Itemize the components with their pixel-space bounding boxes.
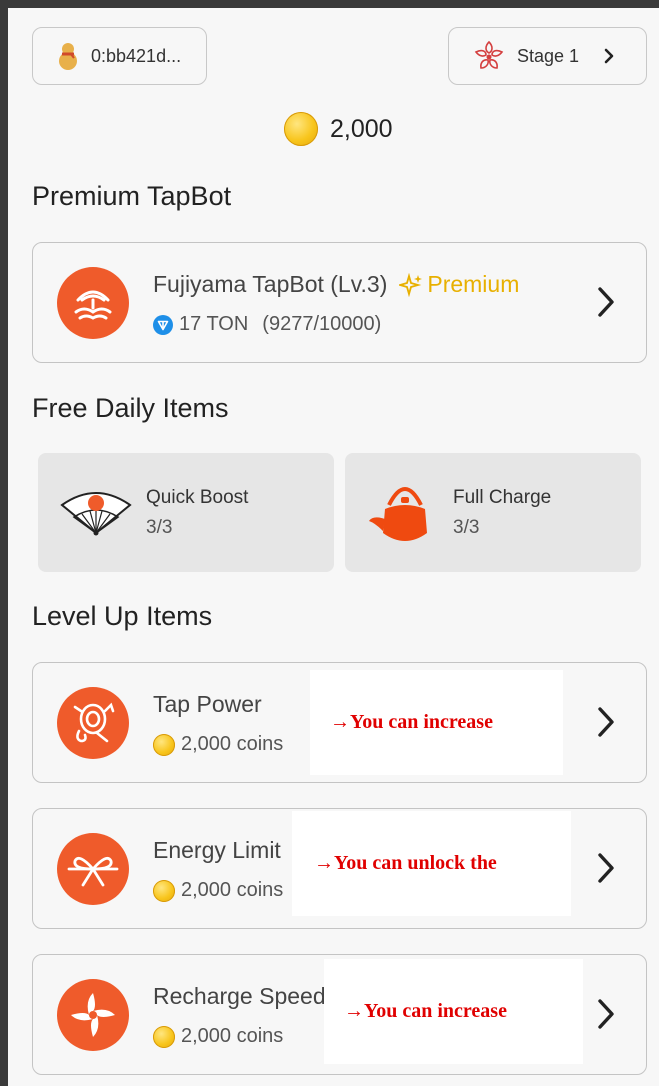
full-charge-card[interactable]: Full Charge 3/3: [345, 453, 641, 572]
quick-boost-count: 3/3: [146, 517, 173, 538]
teapot-icon: [367, 475, 443, 556]
tap-power-label: Tap Power: [153, 691, 262, 717]
levelup-section-title: Level Up Items: [32, 601, 213, 631]
quick-boost-label: Quick Boost: [146, 487, 249, 508]
recharge-speed-cost: 2,000 coins: [181, 1025, 284, 1047]
app-screen: 0:bb421d... Stage 1 2,000 Premium TapBot…: [8, 8, 659, 1086]
sparkle-icon: [399, 272, 423, 297]
quick-boost-card[interactable]: Quick Boost 3/3: [38, 453, 334, 572]
chevron-right-icon: [603, 48, 615, 64]
coin-icon: [284, 112, 318, 146]
folding-fan-icon: [60, 487, 132, 544]
tapbot-title: Fujiyama TapBot (Lv.3) Premium: [153, 271, 519, 298]
coin-icon: [153, 1025, 175, 1048]
stage-button[interactable]: Stage 1: [448, 27, 647, 85]
coin-icon: [153, 879, 175, 902]
coin-balance: 2,000: [284, 112, 393, 146]
premium-badge: Premium: [427, 271, 520, 297]
balance-amount: 2,000: [330, 114, 393, 143]
tapbot-name: Fujiyama TapBot (Lv.3): [153, 271, 388, 297]
energy-limit-note: →You can unlock the: [292, 811, 571, 916]
shuriken-icon: [57, 979, 129, 1051]
chevron-right-icon: [596, 851, 616, 890]
recharge-speed-note: →You can increase: [324, 959, 583, 1064]
energy-limit-cost: 2,000 coins: [181, 879, 284, 901]
recharge-speed-cost-row: 2,000 coins: [153, 1025, 283, 1048]
tapbot-price-row: 17 TON (9277/10000): [153, 313, 381, 336]
premium-section-title: Premium TapBot: [32, 181, 232, 211]
chevron-right-icon: [596, 705, 616, 744]
ribbon-icon: [57, 833, 129, 905]
daily-section-title: Free Daily Items: [32, 393, 229, 423]
wallet-button[interactable]: 0:bb421d...: [32, 27, 207, 85]
ton-icon: [153, 314, 173, 335]
pine-icon: [57, 267, 129, 339]
tap-power-cost-row: 2,000 coins: [153, 733, 283, 756]
chevron-right-icon: [596, 997, 616, 1036]
tapbot-progress: (9277/10000): [262, 313, 382, 335]
energy-limit-cost-row: 2,000 coins: [153, 879, 283, 902]
drum-icon: [57, 687, 129, 759]
recharge-speed-label: Recharge Speed: [153, 983, 326, 1009]
tapbot-price: 17 TON: [179, 313, 249, 335]
stage-label: Stage 1: [517, 45, 580, 66]
energy-limit-label: Energy Limit: [153, 837, 281, 863]
chevron-right-icon: [596, 285, 616, 324]
premium-tapbot-card[interactable]: Fujiyama TapBot (Lv.3) Premium 17 TON (9…: [32, 242, 647, 363]
tap-power-note: →You can increase: [310, 670, 563, 775]
full-charge-label: Full Charge: [453, 487, 552, 508]
wallet-gourd-icon: [55, 41, 81, 71]
tap-power-cost: 2,000 coins: [181, 733, 284, 755]
coin-icon: [153, 733, 175, 756]
wallet-address: 0:bb421d...: [91, 45, 182, 66]
full-charge-count: 3/3: [453, 517, 480, 538]
sakura-icon: [471, 38, 507, 74]
